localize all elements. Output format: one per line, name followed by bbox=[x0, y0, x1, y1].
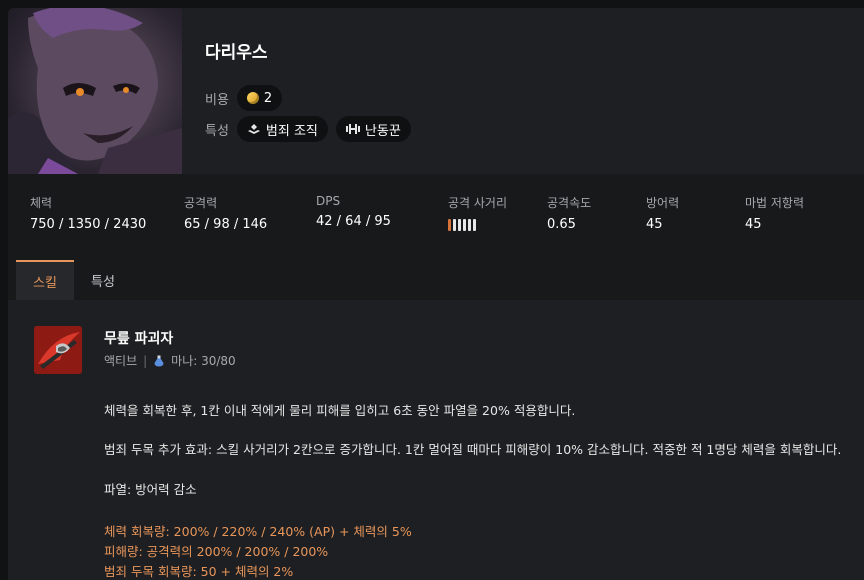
tab-skill[interactable]: 스킬 bbox=[16, 260, 74, 300]
tab-bar: 스킬 특성 bbox=[8, 250, 864, 300]
champion-name: 다리우스 bbox=[205, 43, 268, 63]
stat-label: 공격 사거리 bbox=[448, 196, 508, 210]
cost-value: 2 bbox=[263, 90, 273, 106]
skill-meta: 액티브 | 마나: 30/80 bbox=[104, 352, 236, 369]
skill-description-line: 체력을 회복한 후, 1칸 이내 적에게 물리 피해를 입히고 6초 동안 파열… bbox=[104, 403, 576, 418]
stat-label: 방어력 bbox=[646, 196, 680, 210]
skill-description-line: 파열: 방어력 감소 bbox=[104, 482, 197, 497]
stat-magic-resist: 마법 저항력 45 bbox=[745, 194, 804, 232]
tab-traits[interactable]: 특성 bbox=[74, 260, 132, 300]
stat-label: 체력 bbox=[30, 196, 53, 210]
stat-value: 45 bbox=[646, 217, 663, 232]
gold-coin-icon bbox=[246, 92, 259, 104]
syndicate-icon bbox=[247, 124, 260, 134]
skill-mana: 마나: 30/80 bbox=[171, 354, 236, 368]
stat-value: 42 / 64 / 95 bbox=[316, 214, 391, 229]
skill-scaling-line: 피해량: 공격력의 200% / 200% / 200% bbox=[104, 544, 329, 559]
cost-row: 비용 2 bbox=[205, 85, 283, 111]
range-pip bbox=[473, 219, 476, 231]
traits-label: 특성 bbox=[205, 123, 229, 139]
brawler-icon bbox=[345, 124, 360, 134]
range-pip bbox=[458, 219, 461, 231]
range-pip bbox=[468, 219, 471, 231]
stat-value: 45 bbox=[745, 217, 762, 232]
stat-value: 0.65 bbox=[547, 217, 576, 232]
stat-value: 750 / 1350 / 2430 bbox=[30, 217, 147, 232]
skill-scaling-line: 체력 회복량: 200% / 220% / 240% (AP) + 체력의 5% bbox=[104, 524, 412, 539]
champion-panel: 다리우스 비용 2 특성 범죄 조직 난동꾼 체력 750 / 1350 / 2… bbox=[8, 8, 864, 580]
cost-badge: 2 bbox=[236, 85, 283, 111]
stat-armor: 방어력 45 bbox=[646, 194, 679, 232]
trait-badge-brawler[interactable]: 난동꾼 bbox=[335, 116, 411, 142]
range-pip bbox=[453, 219, 456, 231]
stat-label: 마법 저항력 bbox=[745, 196, 805, 210]
champion-portrait bbox=[8, 8, 182, 174]
stat-attack-speed: 공격속도 0.65 bbox=[547, 194, 591, 232]
range-pip bbox=[463, 219, 466, 231]
stat-hp: 체력 750 / 1350 / 2430 bbox=[30, 194, 146, 232]
stat-label: DPS bbox=[316, 194, 341, 208]
stats-bar: 체력 750 / 1350 / 2430 공격력 65 / 98 / 146 D… bbox=[8, 174, 864, 250]
range-pip bbox=[448, 219, 451, 231]
cost-label: 비용 bbox=[205, 92, 229, 108]
trait-label: 범죄 조직 bbox=[265, 123, 318, 139]
skill-name: 무릎 파괴자 bbox=[104, 331, 174, 347]
champion-header: 다리우스 비용 2 특성 범죄 조직 난동꾼 bbox=[8, 8, 864, 174]
stat-label: 공격속도 bbox=[547, 196, 592, 210]
skill-type: 액티브 bbox=[104, 354, 138, 368]
trait-badge-syndicate[interactable]: 범죄 조직 bbox=[236, 116, 328, 142]
skill-description-line: 범죄 두목 추가 효과: 스킬 사거리가 2칸으로 증가합니다. 1칸 멀어질 … bbox=[104, 442, 842, 457]
skill-scaling-line: 범죄 두목 회복량: 50 + 체력의 2% bbox=[104, 564, 294, 579]
stat-label: 공격력 bbox=[184, 196, 218, 210]
range-indicator bbox=[448, 219, 507, 231]
skill-icon bbox=[34, 326, 82, 374]
traits-row: 특성 범죄 조직 난동꾼 bbox=[205, 116, 411, 142]
stat-dps: DPS 42 / 64 / 95 bbox=[316, 194, 391, 229]
meta-separator: | bbox=[143, 353, 148, 368]
stat-attack-range: 공격 사거리 bbox=[448, 194, 507, 231]
stat-attack-damage: 공격력 65 / 98 / 146 bbox=[184, 194, 267, 232]
skill-panel: 무릎 파괴자 액티브 | 마나: 30/80 체력을 회복한 후, 1칸 이내 … bbox=[8, 300, 864, 580]
trait-label: 난동꾼 bbox=[364, 123, 401, 139]
mana-potion-icon bbox=[154, 355, 164, 366]
stat-value: 65 / 98 / 146 bbox=[184, 217, 268, 232]
